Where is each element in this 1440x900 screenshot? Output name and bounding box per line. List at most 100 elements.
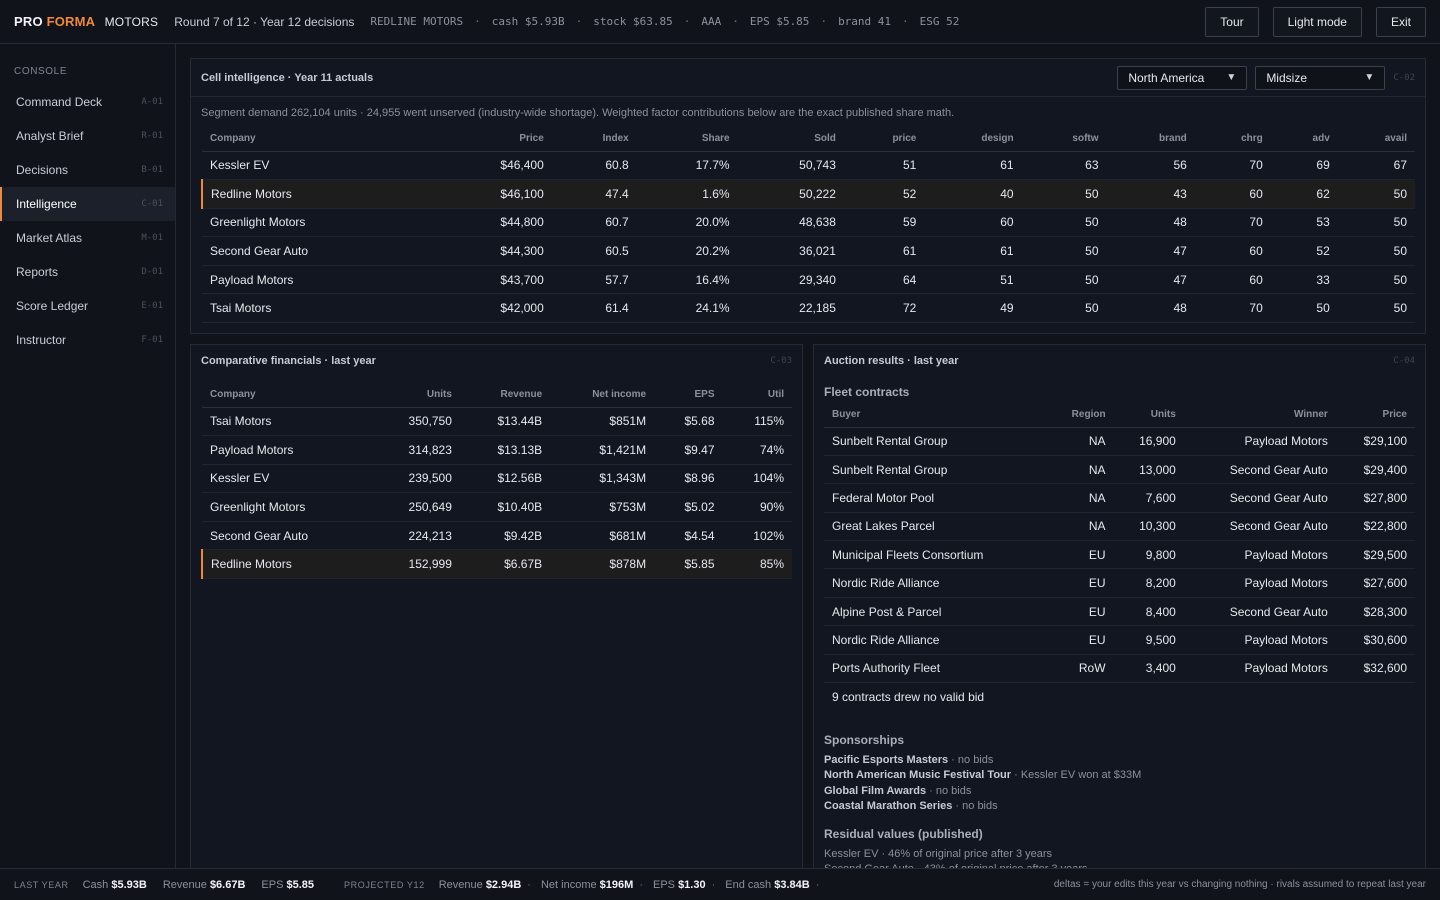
sidebar-item-decisions[interactable]: Decisions B-01 — [0, 153, 175, 187]
chevron-down-icon: ▼ — [1364, 72, 1375, 83]
sidebar-item-intelligence[interactable]: Intelligence C-01 — [0, 187, 175, 221]
table-row[interactable]: Municipal Fleets Consortium EU 9,800 Payloa… — [824, 540, 1415, 570]
sidebar-item-market-atlas[interactable]: Market Atlas M-01 — [0, 221, 175, 255]
table-cell: 20.2% — [636, 236, 738, 266]
segment-select[interactable]: Midsize ▼ — [1255, 65, 1386, 90]
table-cell: $44,800 — [432, 208, 552, 238]
table-cell: NA — [1047, 512, 1114, 542]
table-row[interactable]: Second Gear Auto $44,300 60.5 20.2% 36,021 61… — [202, 236, 1415, 266]
table-cell: 60.5 — [551, 236, 637, 266]
table-cell: Tsai Motors — [202, 293, 433, 324]
exit-button[interactable]: Exit — [1375, 6, 1426, 37]
table-cell: 52 — [843, 179, 925, 209]
light-mode-button[interactable]: Light mode — [1272, 6, 1362, 37]
table-row[interactable]: Payload Motors $43,700 57.7 16.4% 29,340 64 51… — [202, 265, 1415, 295]
table-cell: 47 — [1106, 236, 1195, 266]
table-row[interactable]: Second Gear Auto 224,213 $9.42B $681M $4.54 1… — [202, 521, 792, 551]
table-cell: $13.44B — [459, 407, 551, 437]
column-header: Sold — [737, 127, 844, 152]
table-cell: 50 — [1337, 179, 1415, 209]
table-cell: $29,400 — [1335, 455, 1415, 485]
table-cell: 53 — [1270, 208, 1338, 238]
table-cell: $851M — [550, 407, 655, 437]
table-cell: RoW — [1047, 654, 1114, 684]
footer-note: deltas = your edits this year vs changin… — [1053, 879, 1426, 890]
tour-button[interactable]: Tour — [1205, 6, 1259, 37]
footer-projected-eps: EPS $1.30 — [652, 878, 706, 891]
table-row[interactable]: Redline Motors 152,999 $6.67B $878M $5.85 85% — [201, 549, 792, 580]
table-cell: Second Gear Auto — [1183, 455, 1336, 485]
table-cell: 224,213 — [371, 521, 460, 551]
table-cell: $32,600 — [1335, 654, 1415, 684]
column-header: Buyer — [824, 403, 1048, 428]
segment-select-value: Midsize — [1266, 70, 1307, 85]
table-cell: 50 — [1337, 293, 1415, 324]
table-cell: 3,400 — [1113, 654, 1184, 684]
sponsorship-result: · no bids — [948, 753, 994, 766]
column-header: Units — [371, 383, 460, 408]
table-cell: 50 — [1021, 236, 1107, 266]
column-header: softw — [1021, 127, 1107, 152]
table-cell: 63 — [1021, 151, 1107, 181]
sidebar-item-code: M-01 — [141, 233, 163, 243]
panel-code: C-02 — [1393, 72, 1415, 83]
footer-projected-cash: End cash $3.84B — [725, 878, 810, 891]
sidebar-item-label: Command Deck — [16, 95, 103, 109]
table-row[interactable]: Nordic Ride Alliance EU 8,200 Payload Motor… — [824, 568, 1415, 598]
sidebar-item-command-deck[interactable]: Command Deck A-01 — [0, 85, 175, 119]
table-cell: 61 — [924, 151, 1022, 181]
table-cell: 152,999 — [371, 549, 460, 580]
cell-table: Company Price Index Share Sold price design sof… — [200, 127, 1415, 324]
table-cell: 64 — [843, 265, 925, 295]
table-cell: Redline Motors — [200, 179, 433, 209]
sidebar-item-score-ledger[interactable]: Score Ledger E-01 — [0, 289, 175, 323]
table-row[interactable]: Federal Motor Pool NA 7,600 Second Gear Aut… — [824, 483, 1415, 513]
table-row[interactable]: Great Lakes Parcel NA 10,300 Second Gear Au… — [824, 512, 1415, 542]
sidebar-item-analyst-brief[interactable]: Analyst Brief R-01 — [0, 119, 175, 153]
sidebar-item-reports[interactable]: Reports D-01 — [0, 255, 175, 289]
table-row[interactable]: Sunbelt Rental Group NA 13,000 Second Gear … — [824, 455, 1415, 485]
sponsorship-result: · Kessler EV won at $33M — [1011, 769, 1142, 782]
table-row[interactable]: Tsai Motors 350,750 $13.44B $851M $5.68 115% — [202, 407, 792, 437]
table-row[interactable]: Payload Motors 314,823 $13.13B $1,421M $9.47… — [202, 435, 792, 465]
table-cell: 47.4 — [551, 179, 637, 209]
sidebar-item-instructor[interactable]: Instructor F-01 — [0, 323, 175, 357]
sponsorships-list: Pacific Esports Masters · no bids North A… — [814, 753, 1425, 815]
table-row[interactable]: Kessler EV $46,400 60.8 17.7% 50,743 51 61 63 56… — [202, 151, 1415, 181]
table-cell: $44,300 — [432, 236, 552, 266]
sponsorship-name: Pacific Esports Masters — [824, 753, 949, 766]
table-row[interactable]: Sunbelt Rental Group NA 16,900 Payload Moto… — [824, 427, 1415, 456]
table-cell: 314,823 — [371, 435, 460, 465]
table-row[interactable]: Greenlight Motors $44,800 60.7 20.0% 48,638 5… — [202, 208, 1415, 238]
table-cell: $753M — [550, 492, 655, 522]
table-row[interactable]: Kessler EV 239,500 $12.56B $1,343M $8.96 104% — [202, 464, 792, 494]
top-actions: Tour Light mode Exit — [1205, 6, 1426, 37]
table-cell: Payload Motors — [202, 265, 433, 295]
app-logo: PRO FORMA MOTORS — [14, 14, 158, 29]
table-row[interactable]: Redline Motors $46,100 47.4 1.6% 50,222 52 40 5… — [200, 179, 1415, 209]
table-cell: Second Gear Auto — [202, 521, 372, 551]
panel-title: Auction results · last year — [824, 355, 959, 367]
table-row[interactable]: Tsai Motors $42,000 61.4 24.1% 22,185 72 49 50 4… — [202, 293, 1415, 324]
sponsorship-item: North American Music Festival Tour · Kes… — [814, 768, 1425, 784]
table-row[interactable]: Nordic Ride Alliance EU 9,500 Payload Motor… — [824, 625, 1415, 655]
table-cell: 17.7% — [636, 151, 738, 181]
table-cell: 51 — [843, 151, 925, 181]
table-row[interactable]: Alpine Post & Parcel EU 8,400 Second Gear A… — [824, 597, 1415, 627]
table-cell: 50,743 — [737, 151, 844, 181]
column-header: Share — [636, 127, 738, 152]
table-row[interactable]: Ports Authority Fleet RoW 3,400 Payload Mot… — [824, 654, 1415, 684]
table-cell: 60 — [1194, 265, 1271, 295]
region-select[interactable]: North America ▼ — [1117, 65, 1248, 90]
top-bar: PRO FORMA MOTORS Round 7 of 12 · Year 12… — [0, 0, 1440, 44]
table-row[interactable]: Greenlight Motors 250,649 $10.40B $753M $5.0… — [202, 492, 792, 522]
table-cell: Federal Motor Pool — [824, 483, 1048, 513]
table-cell: 48 — [1106, 208, 1195, 238]
table-cell: Nordic Ride Alliance — [824, 625, 1048, 655]
footer-projected-revenue: Revenue $2.94B — [438, 878, 522, 891]
sponsorship-name: North American Music Festival Tour — [824, 769, 1012, 782]
table-cell: Payload Motors — [1183, 568, 1336, 598]
column-header: Region — [1047, 403, 1114, 428]
table-cell: NA — [1047, 427, 1114, 456]
table-header-row: Buyer Region Units Winner Price — [824, 403, 1415, 428]
